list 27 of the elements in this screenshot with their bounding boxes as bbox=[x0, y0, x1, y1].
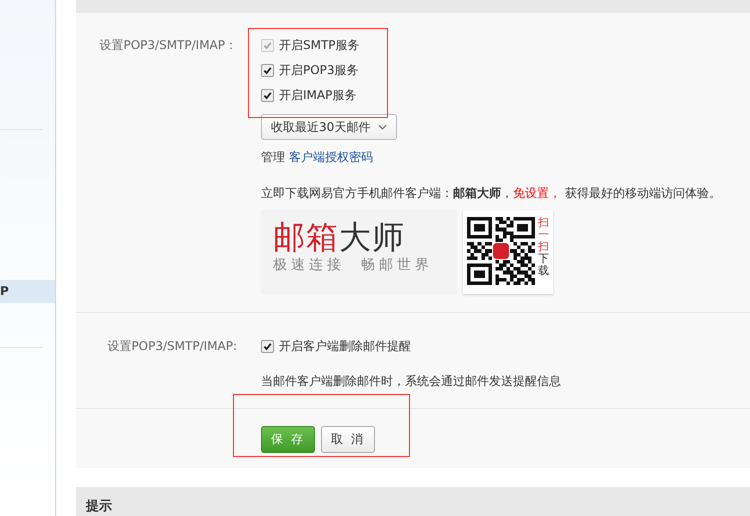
slogan: 极速连接 bbox=[273, 256, 345, 274]
slogan: 畅邮世界 bbox=[361, 256, 433, 274]
checkbox-label: 开启IMAP服务 bbox=[279, 86, 356, 104]
manage-label: 管理 bbox=[261, 150, 285, 164]
checkbox-label: 开启客户端删除邮件提醒 bbox=[279, 338, 411, 354]
checkbox-label: 开启POP3服务 bbox=[279, 62, 359, 78]
promo-text: 立即下载网易官方手机邮件客户端：邮箱大师， bbox=[261, 186, 513, 200]
setting-label: 设置POP3/SMTP/IMAP: bbox=[106, 338, 238, 355]
tips-title: 提示 bbox=[86, 498, 113, 515]
checkbox-label: 开启SMTP服务 bbox=[279, 36, 360, 54]
fetch-range-dropdown[interactable]: 收取最近30天邮件 bbox=[261, 114, 397, 140]
download-text: 下载 bbox=[538, 253, 549, 278]
sidebar-item[interactable]: P bbox=[0, 280, 55, 303]
cancel-button[interactable]: 取 消 bbox=[321, 426, 375, 453]
checkbox[interactable] bbox=[261, 64, 274, 76]
promo-tail: 获得最好的移动端访问体验。 bbox=[564, 186, 721, 200]
checkbox[interactable] bbox=[261, 340, 274, 352]
checkbox[interactable] bbox=[261, 88, 274, 102]
app-banner[interactable]: 邮箱大师 极速连接 畅邮世界 bbox=[261, 210, 457, 294]
qr-code-icon bbox=[467, 217, 535, 285]
setting-label: 设置POP3/SMTP/IMAP： bbox=[98, 37, 238, 54]
auth-code-link[interactable]: 客户端授权密码 bbox=[288, 150, 373, 164]
app-logo-text: 邮箱大师 bbox=[273, 218, 406, 256]
scan-text: 扫一扫 bbox=[538, 217, 549, 254]
delete-hint: 当邮件客户端删除邮件时，系统会通过邮件发送提醒信息 bbox=[261, 373, 561, 390]
promo-highlight: 免设置， bbox=[513, 186, 561, 200]
chevron-down-icon bbox=[378, 124, 387, 130]
